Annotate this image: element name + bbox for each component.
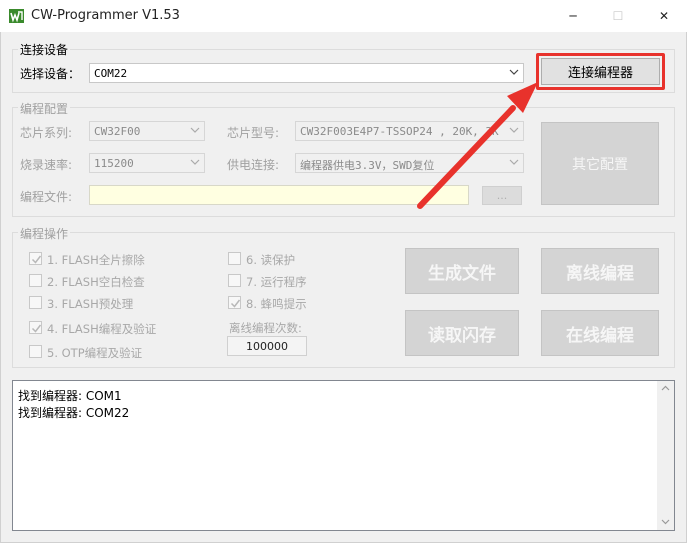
scroll-up-icon[interactable] bbox=[661, 385, 670, 391]
scroll-down-icon[interactable] bbox=[661, 519, 670, 525]
log-line: 找到编程器: COM22 bbox=[18, 406, 130, 420]
log-output[interactable]: 找到编程器: COM1 找到编程器: COM22 bbox=[12, 380, 675, 531]
log-line: 找到编程器: COM1 bbox=[18, 389, 122, 403]
log-scrollbar[interactable] bbox=[657, 381, 674, 530]
